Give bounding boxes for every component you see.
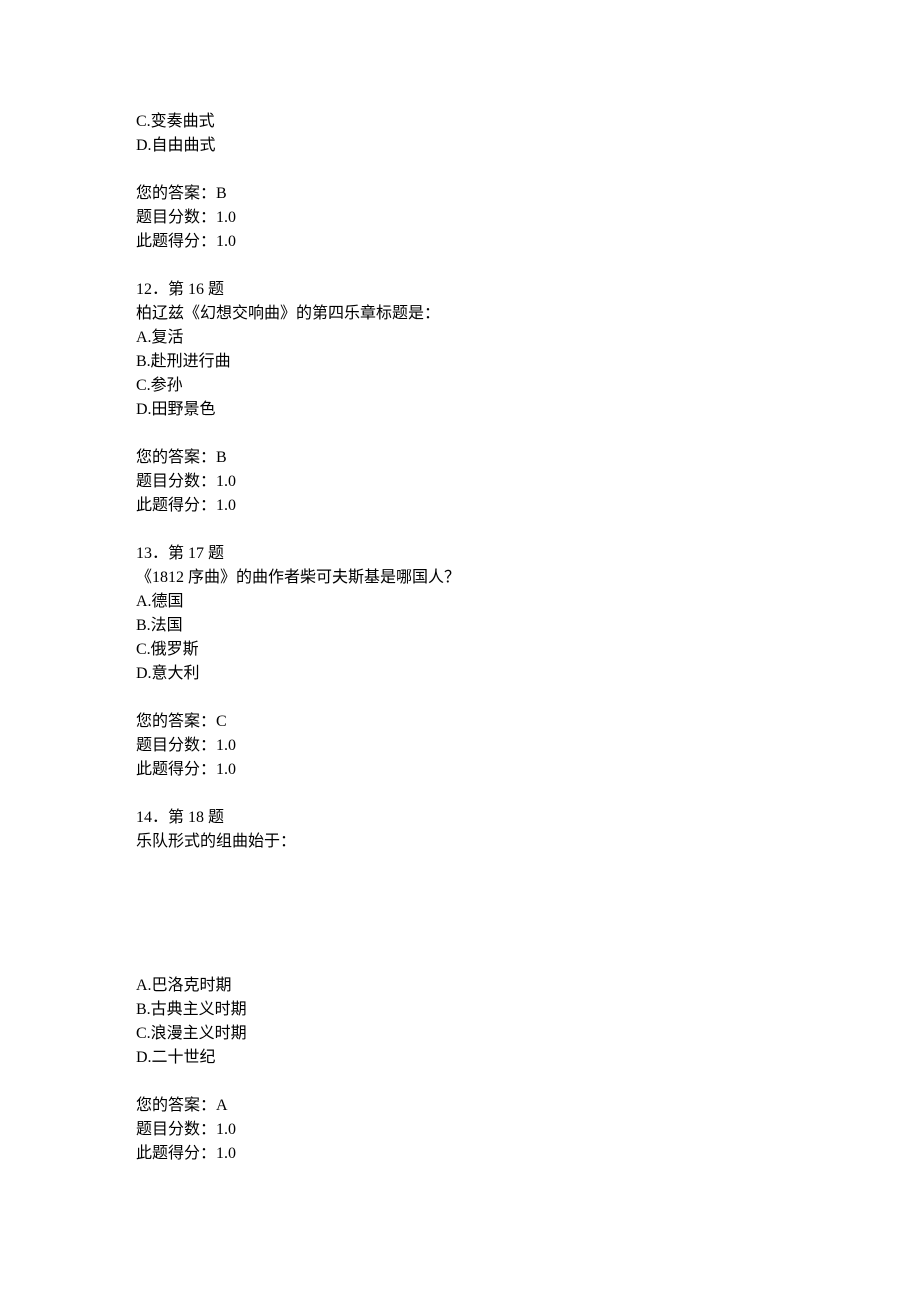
document-page: C.变奏曲式 D.自由曲式 您的答案：B 题目分数：1.0 此题得分：1.0 1… <box>0 0 920 1302</box>
q11-option-d: D.自由曲式 <box>136 134 920 158</box>
q11-got: 此题得分：1.0 <box>136 230 920 254</box>
q13-option-b: B.法国 <box>136 614 920 638</box>
q14-option-b: B.古典主义时期 <box>136 998 920 1022</box>
q12-stem: 柏辽兹《幻想交响曲》的第四乐章标题是： <box>136 302 920 326</box>
q14-option-a: A.巴洛克时期 <box>136 974 920 998</box>
q13-header: 13．第 17 题 <box>136 542 920 566</box>
q13-option-d: D.意大利 <box>136 662 920 686</box>
q14-got: 此题得分：1.0 <box>136 1142 920 1166</box>
q14-option-d: D.二十世纪 <box>136 1046 920 1070</box>
q12-option-d: D.田野景色 <box>136 398 920 422</box>
q13-got: 此题得分：1.0 <box>136 758 920 782</box>
q12-option-a: A.复活 <box>136 326 920 350</box>
q12-got: 此题得分：1.0 <box>136 494 920 518</box>
q11-answer: 您的答案：B <box>136 182 920 206</box>
q13-option-a: A.德国 <box>136 590 920 614</box>
page-break-gap <box>136 854 920 974</box>
q14-option-c: C.浪漫主义时期 <box>136 1022 920 1046</box>
q12-header: 12．第 16 题 <box>136 278 920 302</box>
q11-option-c: C.变奏曲式 <box>136 110 920 134</box>
q14-header: 14．第 18 题 <box>136 806 920 830</box>
q13-answer: 您的答案：C <box>136 710 920 734</box>
q12-option-b: B.赴刑进行曲 <box>136 350 920 374</box>
q12-answer: 您的答案：B <box>136 446 920 470</box>
q13-score: 题目分数：1.0 <box>136 734 920 758</box>
q12-option-c: C.参孙 <box>136 374 920 398</box>
q14-score: 题目分数：1.0 <box>136 1118 920 1142</box>
q13-option-c: C.俄罗斯 <box>136 638 920 662</box>
q12-score: 题目分数：1.0 <box>136 470 920 494</box>
q11-score: 题目分数：1.0 <box>136 206 920 230</box>
q13-stem: 《1812 序曲》的曲作者柴可夫斯基是哪国人？ <box>136 566 920 590</box>
q14-stem: 乐队形式的组曲始于： <box>136 830 920 854</box>
q14-answer: 您的答案：A <box>136 1094 920 1118</box>
